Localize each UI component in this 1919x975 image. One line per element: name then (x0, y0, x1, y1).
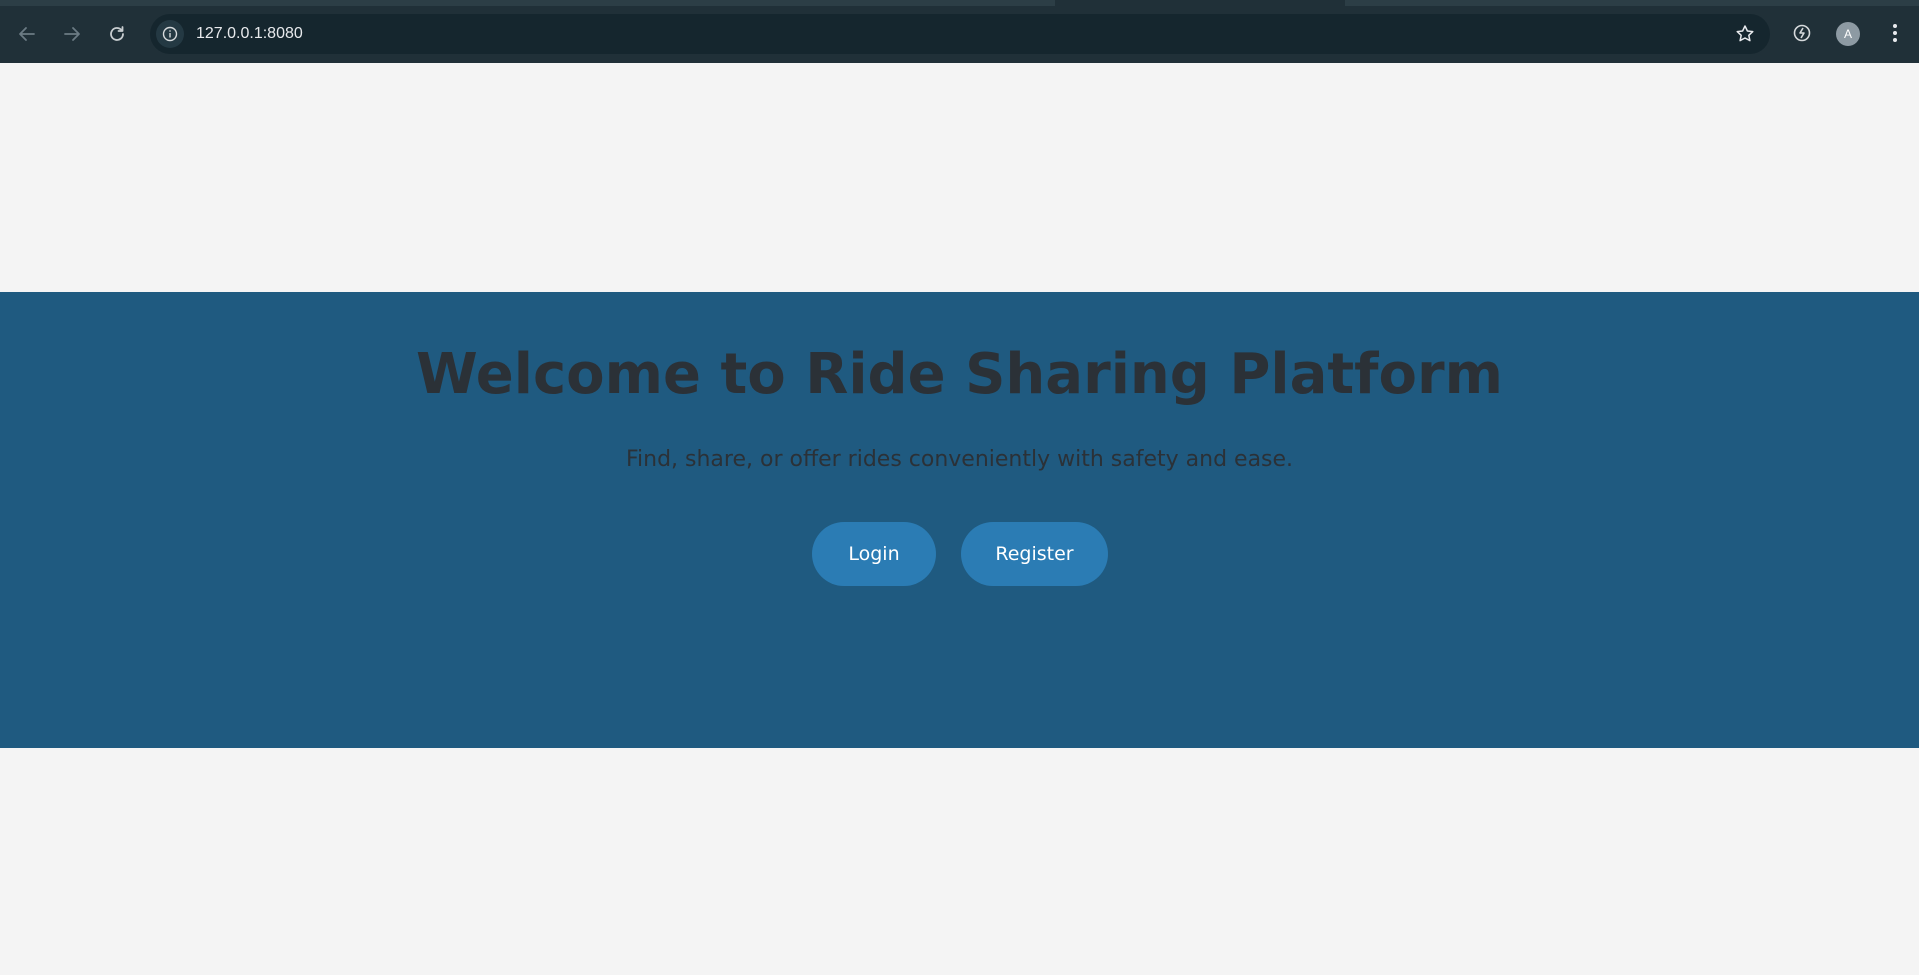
site-info-button[interactable] (156, 20, 184, 48)
hero-title: Welcome to Ride Sharing Platform (416, 342, 1503, 407)
active-tab[interactable] (1055, 0, 1345, 6)
bookmark-button[interactable] (1734, 23, 1756, 45)
extensions-icon (1793, 24, 1811, 42)
star-icon (1736, 25, 1754, 42)
tab-strip (0, 0, 1919, 6)
extensions-button[interactable] (1787, 18, 1817, 48)
reload-button[interactable] (100, 17, 134, 51)
back-button[interactable] (10, 17, 44, 51)
browser-toolbar: 127.0.0.1:8080 A (0, 0, 1919, 63)
info-icon (162, 26, 178, 42)
reload-icon (110, 26, 124, 41)
hero-subtitle: Find, share, or offer rides conveniently… (625, 447, 1294, 472)
arrow-right-icon (64, 27, 80, 41)
address-bar[interactable]: 127.0.0.1:8080 (150, 14, 1770, 54)
profile-avatar[interactable]: A (1836, 22, 1860, 46)
forward-button[interactable] (55, 17, 89, 51)
arrow-left-icon (19, 27, 35, 41)
browser-menu-button[interactable] (1880, 18, 1910, 48)
kebab-menu-icon (1893, 24, 1897, 42)
url-text[interactable]: 127.0.0.1:8080 (196, 14, 303, 54)
login-button[interactable]: Login (812, 522, 936, 586)
register-button[interactable]: Register (961, 522, 1108, 586)
